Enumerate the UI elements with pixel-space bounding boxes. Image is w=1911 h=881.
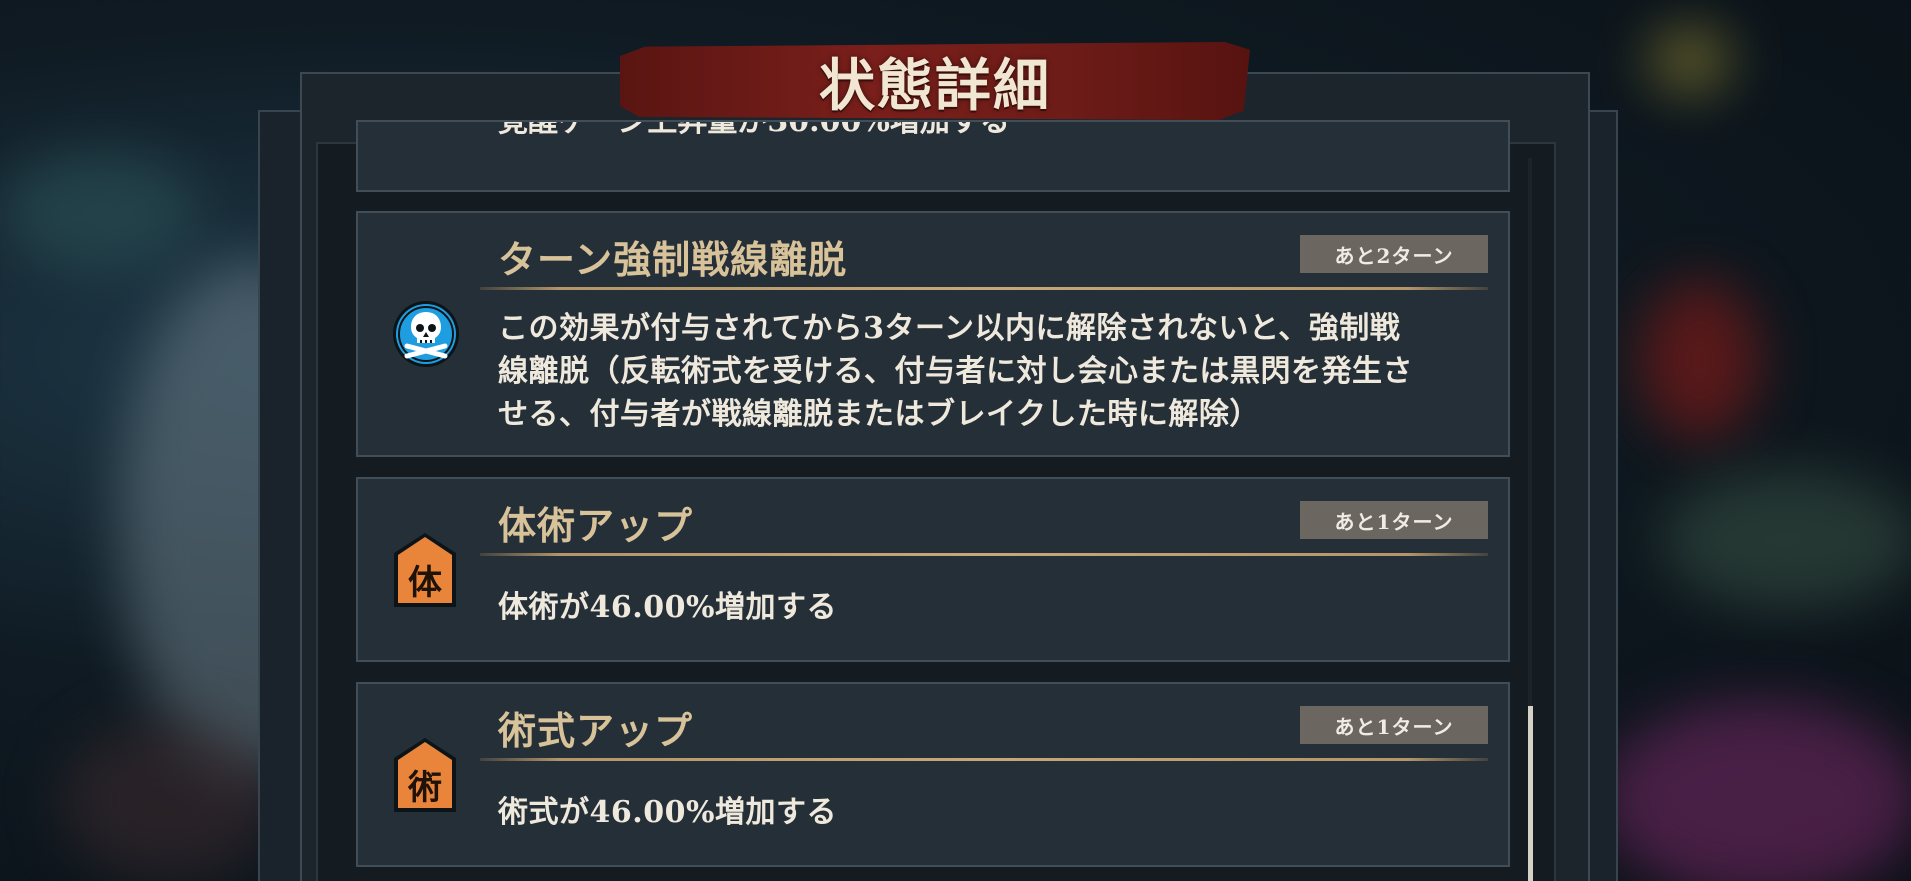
- effect-card: 覚醒ゲージ上昇量が30.00%増加する: [356, 120, 1510, 192]
- scrollbar-thumb[interactable]: [1528, 706, 1533, 881]
- effect-list[interactable]: 覚醒ゲージ上昇量が30.00%増加する ターン強制戦線離脱 あと2ターン この効…: [0, 0, 1911, 881]
- remaining-turns-badge: あと1ターン: [1300, 501, 1488, 539]
- effect-card: 術 術式アップ あと1ターン 術式が46.00%増加する: [356, 682, 1510, 867]
- effect-title: ターン強制戦線離脱: [498, 237, 848, 282]
- effect-title: 術式アップ: [498, 708, 694, 753]
- description-line: せる、付与者が戦線離脱またはブレイクした時に解除）: [498, 397, 1260, 432]
- effect-description: 覚醒ゲージ上昇量が30.00%増加する: [498, 120, 1010, 139]
- description-line: この効果が付与されてから3ターン以内に解除されないと、強制戦: [498, 311, 1401, 346]
- effect-description: 術式が46.00%増加する: [498, 795, 837, 830]
- effect-card: 体 体術アップ あと1ターン 体術が46.00%増加する: [356, 477, 1510, 662]
- remaining-turns-badge: あと2ターン: [1300, 235, 1488, 273]
- stat-icon-label: 術: [408, 768, 442, 808]
- divider: [480, 758, 1488, 761]
- effect-title: 体術アップ: [498, 503, 694, 548]
- divider: [480, 287, 1488, 290]
- effect-description: この効果が付与されてから3ターン以内に解除されないと、強制戦 線離脱（反転術式を…: [498, 307, 1413, 436]
- stat-icon-label: 体: [408, 563, 442, 603]
- remaining-turns-badge: あと1ターン: [1300, 706, 1488, 744]
- skull-icon: [393, 301, 459, 367]
- divider: [480, 553, 1488, 556]
- effect-description: 体術が46.00%増加する: [498, 590, 837, 625]
- description-line: 線離脱（反転術式を受ける、付与者に対し会心または黒閃を発生さ: [498, 354, 1413, 389]
- effect-card: ターン強制戦線離脱 あと2ターン この効果が付与されてから3ターン以内に解除され…: [356, 211, 1510, 457]
